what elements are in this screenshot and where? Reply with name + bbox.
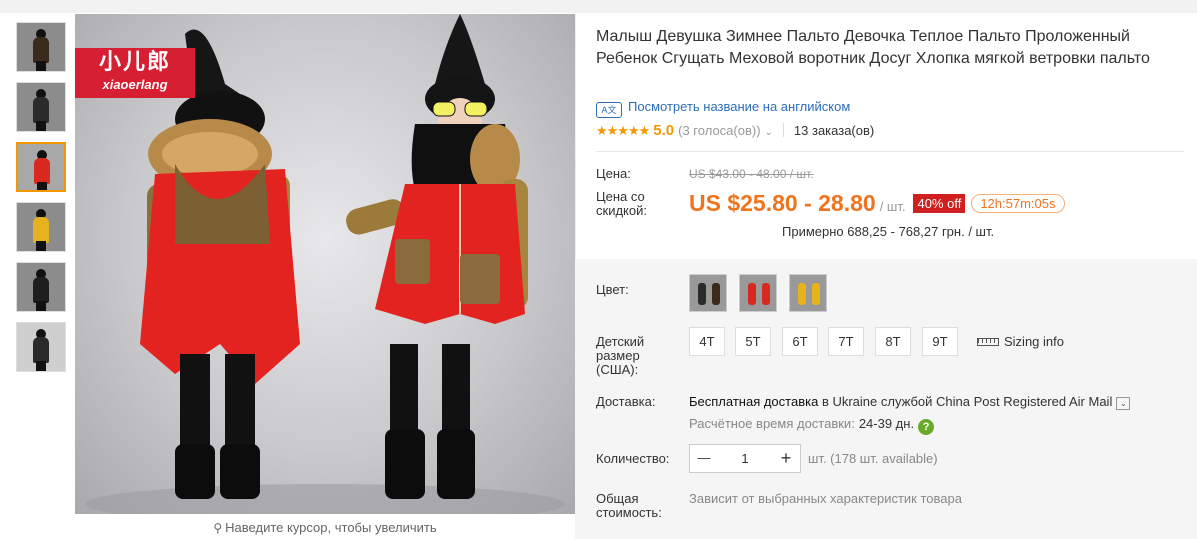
quantity-decrease-button[interactable]: — (690, 445, 718, 472)
size-option-4t[interactable]: 4T (689, 327, 725, 356)
shipping-in-text: в (821, 394, 829, 409)
shipping-by-text: службой (880, 394, 933, 409)
translate-link-text: Посмотреть название на английском (628, 99, 851, 114)
product-info-panel: Малыш Девушка Зимнее Пальто Девочка Тепл… (575, 14, 1197, 539)
chevron-down-icon[interactable]: ⌄ (1116, 397, 1131, 410)
shipping-label: Доставка: (596, 394, 656, 409)
discount-price-label: Цена со скидкой: (596, 189, 647, 218)
brand-logo: 小儿郎 xiaoerlang (75, 48, 195, 98)
color-swatch-red[interactable] (739, 274, 777, 312)
eta-days: 24-39 дн. (858, 416, 915, 431)
countdown-timer: 12h:57m:05s (971, 194, 1065, 213)
thumbnail-6[interactable] (16, 322, 66, 372)
delivery-estimate: Расчётное время доставки: 24-39 дн.? (689, 416, 935, 435)
rating-score: 5.0 (653, 122, 675, 139)
quantity-label: Количество: (596, 451, 670, 466)
eta-label: Расчётное время доставки: (689, 416, 855, 431)
product-title: Малыш Девушка Зимнее Пальто Девочка Тепл… (596, 28, 1150, 67)
rating-row: ★★★★★ 5.0 (3 голоса(ов)) ⌄ 13 заказа(ов) (596, 122, 874, 139)
top-strip (0, 0, 1197, 13)
zoom-hint: ⚲ Наведите курсор, чтобы увеличить (75, 520, 575, 535)
price-label: Цена: (596, 166, 631, 181)
size-option-7t[interactable]: 7T (828, 327, 864, 356)
thumbnail-5[interactable] (16, 262, 66, 312)
color-swatch-yellow[interactable] (789, 274, 827, 312)
size-label: Детский размер (США): (596, 334, 645, 377)
main-product-image[interactable]: 小儿郎 xiaoerlang (75, 14, 575, 514)
thumbnail-3[interactable] (16, 142, 66, 192)
free-shipping-text: Бесплатная доставка (689, 394, 819, 409)
discount-price: US $25.80 - 28.80 (689, 190, 876, 216)
orders-count: 13 заказа(ов) (793, 123, 875, 138)
quantity-increase-button[interactable]: + (772, 445, 800, 472)
brand-logo-en: xiaoerlang (102, 77, 168, 92)
translate-icon: A文 (596, 102, 622, 118)
size-option-6t[interactable]: 6T (782, 327, 818, 356)
quantity-stepper: — + (689, 444, 801, 473)
discount-price-row: US $25.80 - 28.80/ шт. 40% off 12h:57m:05s (689, 190, 1065, 217)
brand-logo-cn: 小儿郎 (98, 50, 171, 75)
separator (782, 123, 784, 137)
discount-badge: 40% off (913, 194, 966, 213)
ruler-icon (977, 338, 999, 346)
divider-line (596, 151, 1184, 152)
thumbnail-4[interactable] (16, 202, 66, 252)
quantity-input[interactable] (718, 445, 772, 472)
size-option-8t[interactable]: 8T (875, 327, 911, 356)
color-swatch-dark[interactable] (689, 274, 727, 312)
shipping-carrier: China Post Registered Air Mail (936, 394, 1113, 409)
zoom-hint-text: Наведите курсор, чтобы увеличить (225, 520, 437, 535)
color-label: Цвет: (596, 282, 629, 297)
votes-count[interactable]: (3 голоса(ов)) (678, 123, 760, 138)
sizing-info-text: Sizing info (1004, 334, 1064, 349)
total-price-note: Зависит от выбранных характеристик товар… (689, 491, 962, 506)
size-option-5t[interactable]: 5T (735, 327, 771, 356)
thumbnail-list (16, 22, 68, 382)
sizing-info-link[interactable]: Sizing info (977, 334, 1064, 349)
total-label: Общая стоимость: (596, 491, 662, 520)
chevron-down-icon[interactable]: ⌄ (765, 127, 773, 138)
star-rating-icon: ★★★★★ (596, 123, 650, 138)
help-icon[interactable]: ? (918, 419, 935, 435)
girl-back-figure (140, 29, 300, 499)
girl-front-figure (346, 14, 528, 499)
translate-title-link[interactable]: A文 Посмотреть название на английском (596, 99, 850, 118)
original-price: US $43.00 - 48.00 / шт. (689, 167, 814, 181)
approx-local-price: Примерно 688,25 - 768,27 грн. / шт. (782, 224, 995, 239)
price-unit: / шт. (879, 199, 906, 214)
size-option-9t[interactable]: 9T (922, 327, 958, 356)
thumbnail-1[interactable] (16, 22, 66, 72)
magnifier-icon: ⚲ (213, 521, 223, 535)
shipping-country: Ukraine (832, 394, 878, 409)
thumbnail-2[interactable] (16, 82, 66, 132)
quantity-available: шт. (178 шт. available) (808, 451, 938, 466)
shipping-info[interactable]: Бесплатная доставка в Ukraine службой Ch… (689, 394, 1131, 410)
